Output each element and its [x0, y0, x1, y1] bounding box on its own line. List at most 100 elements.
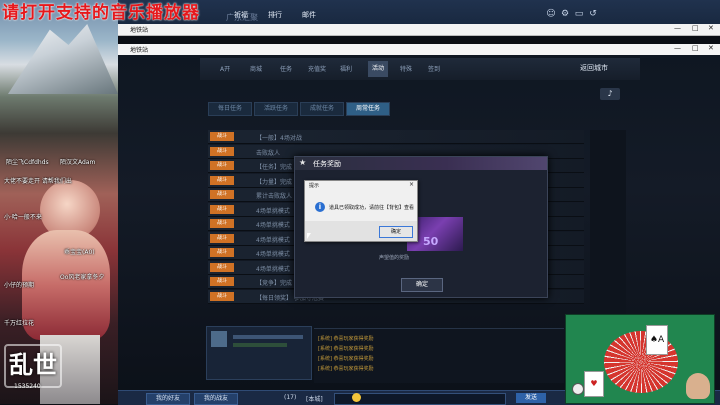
danmu-line: 陌汉文Adam [60, 159, 96, 166]
task-name: 【竞争】完成 [256, 280, 293, 287]
chat-line: [系统] 恭喜玩家获得奖励 [318, 336, 374, 342]
poker-chip [572, 383, 584, 395]
close-icon[interactable]: ✕ [708, 44, 714, 52]
task-name: 【力量】完成 [256, 178, 293, 186]
star-icon: ★ [299, 158, 307, 167]
info-icon: i [315, 202, 325, 212]
task-badge: 战斗 [210, 190, 234, 199]
subtab[interactable]: 每日任务 [208, 102, 252, 116]
subtab[interactable]: 活跃任务 [254, 102, 298, 116]
nav-item[interactable]: A开 [220, 64, 230, 73]
user-icon[interactable]: ☺ [546, 9, 556, 19]
message-box-title: 提示 [309, 183, 320, 189]
task-name: 【一般】4场对战 [256, 135, 302, 142]
mouse-cursor-icon [307, 233, 311, 239]
task-name: 4场单挑模式 [256, 236, 290, 244]
teammates-button[interactable]: 我的战友 [194, 393, 238, 405]
reward-ok-button[interactable]: 确定 [401, 278, 443, 292]
close-icon[interactable]: × [409, 181, 414, 188]
send-button[interactable]: 发送 [516, 393, 546, 403]
game-nav: A开 商城 任务 充值奖 福利 活动 特殊 签到 [200, 58, 640, 80]
task-name: 4场单挑模式 [256, 265, 290, 273]
emoji-icon[interactable] [352, 393, 361, 402]
nav-item-active[interactable]: 活动 [368, 61, 389, 77]
window-title: 地铁站 [130, 47, 149, 54]
task-badge: 战斗 [210, 233, 234, 243]
task-name: 击败敌人 [256, 149, 281, 157]
online-count: (17) [284, 394, 297, 401]
task-badge: 战斗 [210, 248, 234, 257]
maximize-icon[interactable]: □ [692, 24, 699, 32]
danmu-line: 小仔的预期 [4, 282, 35, 289]
task-row: 战斗【一般】4场对战▶ [208, 130, 614, 144]
restore-icon[interactable]: ↺ [588, 9, 598, 19]
gear-icon[interactable]: ⚙ [560, 9, 570, 19]
streamer-camera: 陌尘飞Cdfdhds 陌汉文Adam 大佬不要走开 请帮我们出 小·哈一般不来 … [0, 0, 118, 404]
task-badge: 战斗 [210, 132, 234, 141]
stream-logo: 乱世 [4, 344, 62, 388]
task-name: 4场单挑模式 [256, 207, 290, 215]
task-badge: 战斗 [210, 146, 234, 156]
player-stat-bar [233, 335, 303, 339]
task-name: 累计击败敌人 [256, 193, 293, 200]
task-badge: 战斗 [210, 161, 234, 170]
top-tab[interactable]: 祈福 [234, 10, 248, 20]
danmu-line: 大佬不要走开 请帮我们出 [4, 178, 72, 185]
playing-card: ♠A [646, 325, 668, 355]
speaker-icon[interactable]: ♪ [600, 88, 620, 100]
subtab[interactable]: 成就任务 [300, 102, 344, 116]
nav-item[interactable]: 任务 [280, 64, 292, 73]
nav-item[interactable]: 福利 [340, 64, 352, 73]
playing-card: ♥ [584, 371, 604, 397]
danmu-line: Oo风老家拿冬夕 [60, 274, 105, 281]
stream-banner: 请打开支持的音乐播放器 [2, 3, 200, 23]
danmu-line: 陌尘飞Cdfdhds [6, 159, 49, 166]
nav-item[interactable]: 特殊 [400, 64, 412, 73]
nav-item[interactable]: 签到 [428, 64, 440, 73]
minimize-icon[interactable]: ▭ [574, 9, 584, 19]
player-stat-bar [233, 343, 287, 347]
back-to-city-button[interactable]: 返回城市 [580, 63, 608, 73]
reward-dialog-header: ★ 任务奖励 [295, 157, 547, 170]
player-card [206, 326, 312, 380]
task-badge: 战斗 [210, 262, 234, 272]
danmu-line: 乖宝宝(A0) [64, 249, 95, 256]
task-badge: 战斗 [210, 291, 234, 301]
close-icon[interactable]: ✕ [708, 24, 714, 32]
card-table-camera: ♠A ♥ [565, 314, 715, 404]
danmu-line: 小·哈一般不来 [4, 214, 42, 221]
task-name: 4场单挑模式 [256, 251, 290, 258]
task-badge: 战斗 [210, 277, 234, 286]
danmu-line: 千万红拉花 [4, 320, 35, 327]
mountain-background [8, 24, 118, 94]
nav-item[interactable]: 商城 [250, 64, 262, 73]
chat-line: [系统] 恭喜玩家获得奖励 [318, 346, 374, 352]
right-column [590, 130, 626, 330]
reward-dialog-title: 任务奖励 [313, 160, 341, 168]
message-box: 提示 × i 道具已领取成功，请前往【背包】查看 确定 [304, 180, 418, 242]
chat-line: [系统] 恭喜玩家获得奖励 [318, 366, 374, 372]
task-name: 【任务】完成 [256, 164, 293, 171]
reward-amount: 50 [423, 235, 439, 248]
maximize-icon[interactable]: □ [692, 44, 699, 52]
background-window-titlebar[interactable]: 地铁站 — □ ✕ [118, 24, 720, 36]
minimize-icon[interactable]: — [674, 24, 681, 32]
avatar [211, 331, 227, 347]
task-name: 4场单挑模式 [256, 222, 290, 229]
chat-panel: [系统] 恭喜玩家获得奖励 [系统] 恭喜玩家获得奖励 [系统] 恭喜玩家获得奖… [314, 328, 564, 383]
friends-button[interactable]: 我的好友 [146, 393, 190, 405]
hand [686, 373, 710, 399]
task-badge: 战斗 [210, 204, 234, 214]
reward-caption: 声望值的奖励 [379, 255, 410, 261]
message-box-ok-button[interactable]: 确定 [379, 226, 413, 238]
top-tab[interactable]: 邮件 [302, 10, 316, 20]
subtab-active[interactable]: 周常任务 [346, 102, 390, 116]
chat-channel[interactable]: [本城] [306, 394, 323, 403]
window-title: 地铁站 [130, 27, 149, 34]
top-tab[interactable]: 排行 [268, 10, 282, 20]
task-badge: 战斗 [210, 175, 234, 185]
message-box-text: 道具已领取成功，请前往【背包】查看 [329, 205, 415, 211]
task-badge: 战斗 [210, 219, 234, 228]
nav-item[interactable]: 充值奖 [308, 64, 326, 73]
minimize-icon[interactable]: — [674, 44, 681, 52]
